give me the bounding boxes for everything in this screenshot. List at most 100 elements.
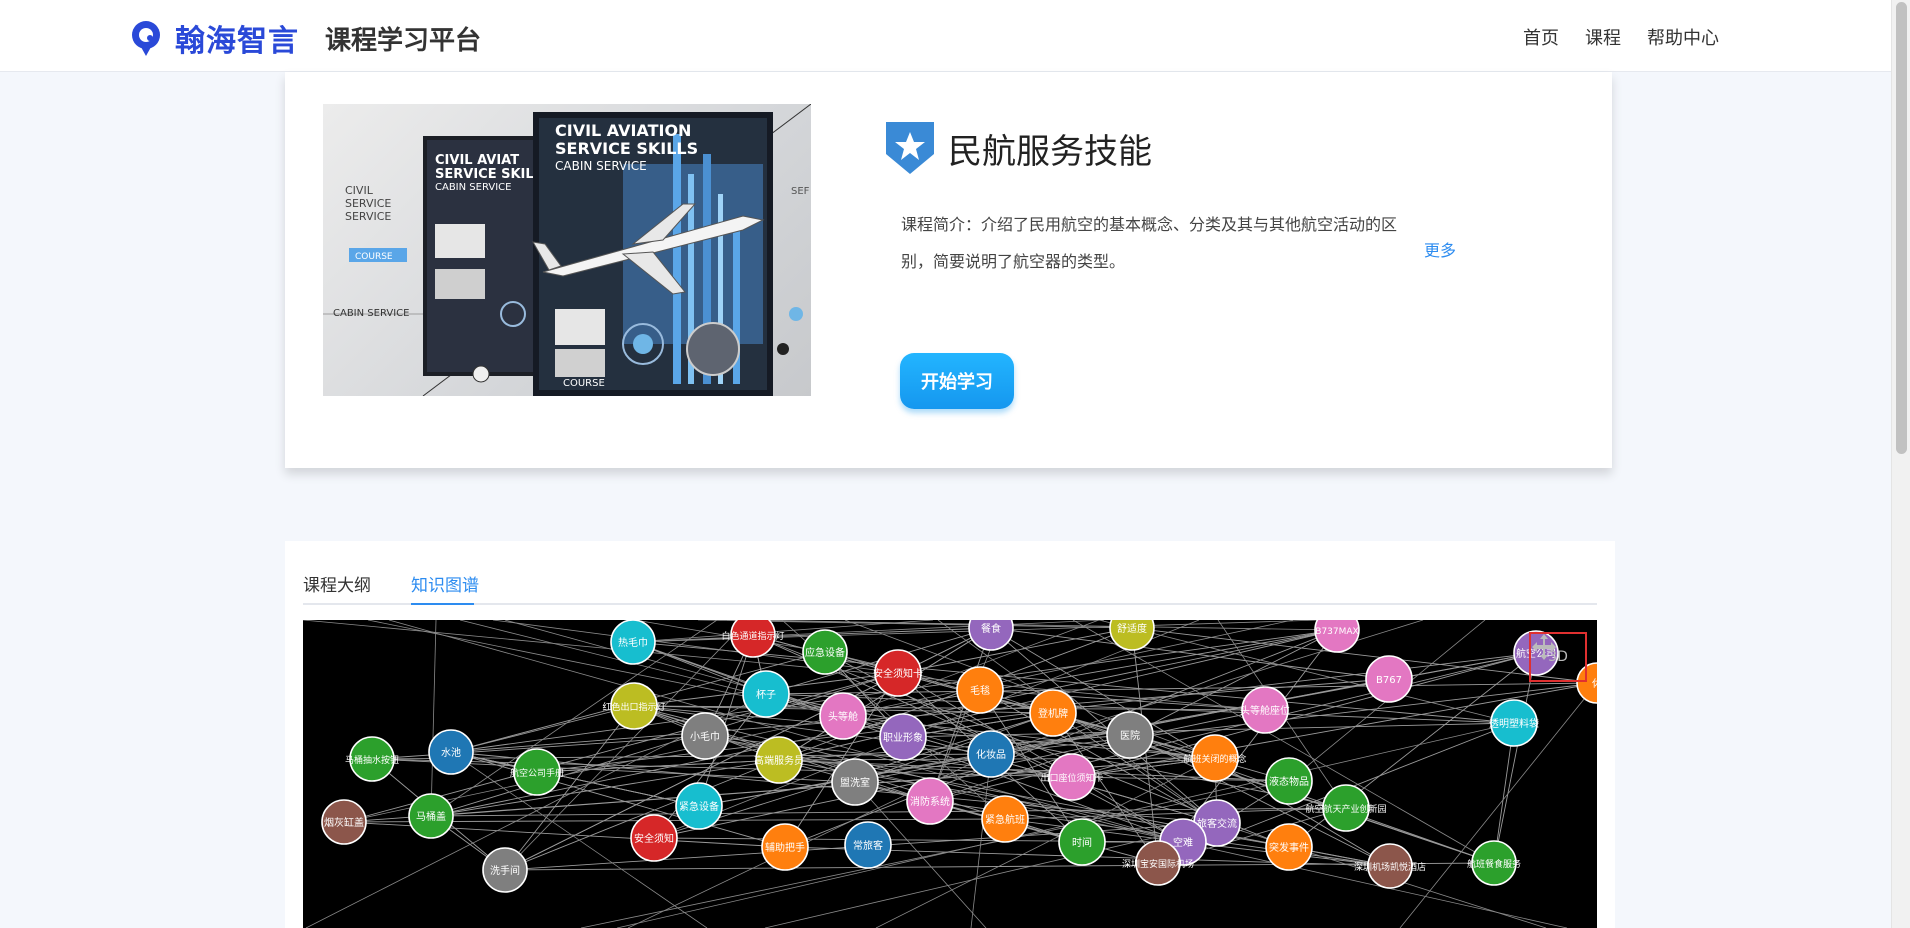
graph-node[interactable]: 化妆品 bbox=[967, 730, 1015, 778]
page-scrollbar[interactable] bbox=[1891, 0, 1910, 928]
graph-node[interactable]: 小毛巾 bbox=[681, 712, 729, 760]
graph-node[interactable]: B737MAX bbox=[1314, 620, 1360, 653]
active-tab-indicator bbox=[411, 603, 474, 605]
graph-node-label: 航班关闭的概念 bbox=[1183, 753, 1246, 765]
graph-node[interactable]: 航班餐食服务 bbox=[1467, 840, 1521, 886]
graph-node-label: 舒适度 bbox=[1117, 622, 1147, 635]
cover-bottom-left: CABIN SERVICE bbox=[333, 308, 409, 319]
graph-node-label: 安全须知卡 bbox=[873, 667, 923, 680]
graph-node[interactable]: 液态物品 bbox=[1265, 757, 1313, 805]
graph-node-label: 安全须知 bbox=[634, 832, 674, 845]
graph-node[interactable]: 烟灰缸盖 bbox=[321, 799, 367, 845]
cover-back-title-2: SERVICE SKILL bbox=[435, 167, 542, 182]
graph-edge bbox=[704, 735, 1568, 928]
nav-help-link[interactable]: 帮助中心 bbox=[1647, 24, 1719, 50]
cover-left-label-1: CIVIL bbox=[345, 184, 374, 197]
graph-node-label: B737MAX bbox=[1315, 627, 1358, 637]
graph-node-label: 热毛巾 bbox=[618, 636, 648, 649]
graph-node-label: 马桶抽水按钮 bbox=[345, 754, 399, 766]
course-intro: 课程简介：介绍了民用航空的基本概念、分类及其与其他航空活动的区别，简要说明了航空… bbox=[901, 215, 1398, 271]
graph-node-label: 马桶盖 bbox=[416, 810, 446, 823]
cover-right-partial: SEF bbox=[791, 186, 810, 197]
move-arrows-icon[interactable] bbox=[1529, 632, 1559, 662]
graph-node-label: 水池 bbox=[441, 746, 461, 759]
graph-node[interactable]: 登机牌 bbox=[1029, 689, 1077, 737]
scrollbar-thumb[interactable] bbox=[1896, 2, 1907, 454]
graph-node[interactable]: 透明塑料袋 bbox=[1489, 699, 1539, 747]
graph-node-label: 烟灰缸盖 bbox=[324, 816, 364, 829]
cover-main-title-2: SERVICE SKILLS bbox=[555, 139, 698, 158]
cover-left-label-3: SERVICE bbox=[345, 210, 391, 223]
graph-node[interactable]: 安全须知卡 bbox=[873, 649, 923, 697]
graph-node[interactable]: 头等舱 bbox=[819, 692, 867, 740]
graph-node-label: 紧急设备 bbox=[679, 800, 719, 813]
graph-node-label: 毛毯 bbox=[970, 684, 990, 697]
graph-node-label: 杯子 bbox=[756, 688, 776, 701]
course-cover-image: CIVIL AVIAT SERVICE SKILL CABIN SERVICE … bbox=[323, 104, 811, 396]
graph-node-label: 航班餐食服务 bbox=[1467, 858, 1521, 870]
graph-node[interactable]: B767 bbox=[1365, 655, 1413, 703]
cover-bottom-main: COURSE bbox=[563, 378, 605, 389]
graph-node-label: 红色出口指示灯 bbox=[602, 701, 665, 713]
graph-node[interactable]: 盥洗室 bbox=[831, 758, 879, 806]
graph-node-label: 出口座位须知卡 bbox=[1040, 772, 1103, 784]
graph-node[interactable]: 紧急设备 bbox=[675, 782, 723, 830]
logo[interactable]: 翰海智言 课程学习平台 bbox=[129, 16, 481, 60]
nav-home-link[interactable]: 首页 bbox=[1523, 24, 1559, 50]
graph-node-label: 登机牌 bbox=[1038, 707, 1068, 720]
graph-node-label: 时间 bbox=[1072, 836, 1092, 849]
graph-node-label: B767 bbox=[1376, 675, 1402, 686]
graph-node-label: 突发事件 bbox=[1269, 841, 1309, 854]
graph-node[interactable]: 热毛巾 bbox=[610, 620, 656, 665]
graph-node-label: 应急设备 bbox=[805, 646, 845, 659]
graph-edge bbox=[970, 753, 992, 928]
graph-node[interactable]: 毛毯 bbox=[956, 666, 1004, 714]
graph-node-label: 高端服务员 bbox=[754, 754, 804, 767]
tab-outline[interactable]: 课程大纲 bbox=[303, 571, 371, 596]
graph-node[interactable]: 常旅客 bbox=[844, 821, 892, 869]
graph-node-label: 深圳宝安国际机场 bbox=[1122, 858, 1194, 870]
graph-node-label: 盥洗室 bbox=[840, 776, 870, 789]
course-content-section: 课程大纲 知识图谱 热毛巾 白色通道指示灯 应急设备 餐食 舒适度 B737MAX 安全须知… bbox=[285, 541, 1615, 928]
start-learning-button[interactable]: 开始学习 bbox=[900, 353, 1014, 409]
graph-edge bbox=[343, 821, 786, 848]
graph-edge bbox=[897, 627, 1133, 674]
graph-node[interactable]: 头等舱座位 bbox=[1240, 686, 1290, 734]
platform-title: 课程学习平台 bbox=[325, 25, 482, 56]
graph-node[interactable]: 应急设备 bbox=[802, 629, 848, 675]
main-nav: 首页 课程 帮助中心 bbox=[1523, 24, 1719, 50]
graph-node[interactable]: 时间 bbox=[1058, 818, 1106, 866]
graph-node[interactable]: 马桶盖 bbox=[408, 793, 454, 839]
graph-node-label: 小毛巾 bbox=[690, 730, 720, 743]
course-title-row: 民航服务技能 bbox=[884, 120, 1152, 176]
graph-node[interactable]: 职业形象 bbox=[879, 713, 927, 761]
graph-node-label: 化妆品 bbox=[976, 748, 1006, 761]
cover-back-title-3: CABIN SERVICE bbox=[435, 182, 511, 193]
knowledge-graph-canvas[interactable]: 热毛巾 白色通道指示灯 应急设备 餐食 舒适度 B737MAX 安全须知卡 杯子 毛毯 B767 红… bbox=[303, 620, 1597, 928]
graph-node[interactable]: 突发事件 bbox=[1265, 823, 1313, 871]
graph-node-label: 液态物品 bbox=[1269, 775, 1309, 788]
graph-node[interactable]: 消防系统 bbox=[906, 777, 954, 825]
graph-node[interactable]: 洗手间 bbox=[482, 847, 528, 893]
graph-node[interactable]: 水池 bbox=[428, 729, 474, 775]
graph-node-label: 休 bbox=[1592, 678, 1597, 690]
graph-node[interactable]: 红色出口指示灯 bbox=[602, 682, 666, 730]
graph-node[interactable]: 杯子 bbox=[742, 670, 790, 718]
graph-node[interactable]: 餐食 bbox=[968, 620, 1014, 651]
tab-knowledge-graph[interactable]: 知识图谱 bbox=[411, 571, 479, 596]
more-link[interactable]: 更多 bbox=[1424, 237, 1456, 261]
graph-node[interactable]: 医院 bbox=[1106, 711, 1154, 759]
graph-node[interactable]: 辅助把手 bbox=[761, 823, 809, 871]
graph-node-label: 深圳机场凯悦酒店 bbox=[1354, 861, 1426, 873]
graph-node-label: 辅助把手 bbox=[765, 841, 805, 854]
graph-node[interactable]: 安全须知 bbox=[630, 814, 678, 862]
graph-node[interactable]: 航班关闭的概念 bbox=[1183, 734, 1247, 782]
graph-node[interactable]: 紧急航班 bbox=[981, 795, 1029, 843]
graph-node-label: 紧急航班 bbox=[985, 813, 1025, 826]
graph-node[interactable]: 高端服务员 bbox=[754, 736, 804, 784]
graph-edge bbox=[1129, 629, 1338, 736]
graph-node-label: 头等舱座位 bbox=[1240, 704, 1290, 717]
graph-node-label: 职业形象 bbox=[883, 732, 923, 744]
graph-edge bbox=[430, 620, 437, 817]
nav-courses-link[interactable]: 课程 bbox=[1585, 24, 1621, 50]
